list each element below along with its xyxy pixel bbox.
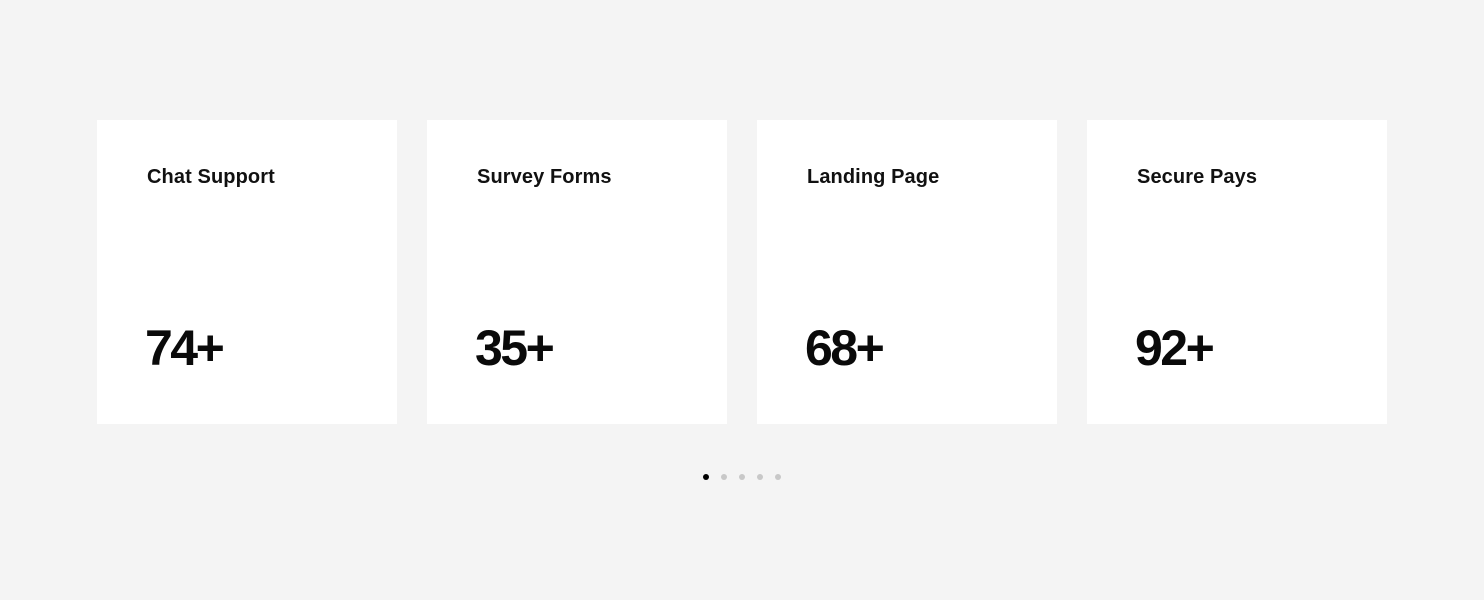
stat-card-title: Secure Pays: [1137, 166, 1258, 188]
stat-card-chat-support: Chat Support 74+: [97, 120, 397, 424]
carousel-track: Chat Support 74+ Survey Forms 35+ Landin…: [97, 120, 1387, 424]
pagination-dot-4[interactable]: [757, 474, 763, 480]
stat-card-value: 68+: [805, 320, 885, 376]
stat-card-survey-forms: Survey Forms 35+: [427, 120, 727, 424]
stat-card-title: Chat Support: [147, 166, 275, 188]
pagination-dot-3[interactable]: [739, 474, 745, 480]
stat-card-value: 74+: [145, 320, 225, 376]
pagination-dot-5[interactable]: [775, 474, 781, 480]
stats-carousel: Chat Support 74+ Survey Forms 35+ Landin…: [0, 0, 1484, 600]
carousel-pagination: [703, 474, 781, 480]
stat-card-secure-pays: Secure Pays 92+: [1087, 120, 1387, 424]
stat-card-title: Survey Forms: [477, 166, 612, 188]
stat-card-value: 35+: [475, 320, 555, 376]
stat-card-title: Landing Page: [807, 166, 940, 188]
pagination-dot-2[interactable]: [721, 474, 727, 480]
stat-card-value: 92+: [1135, 320, 1215, 376]
stat-card-landing-page: Landing Page 68+: [757, 120, 1057, 424]
pagination-dot-1[interactable]: [703, 474, 709, 480]
